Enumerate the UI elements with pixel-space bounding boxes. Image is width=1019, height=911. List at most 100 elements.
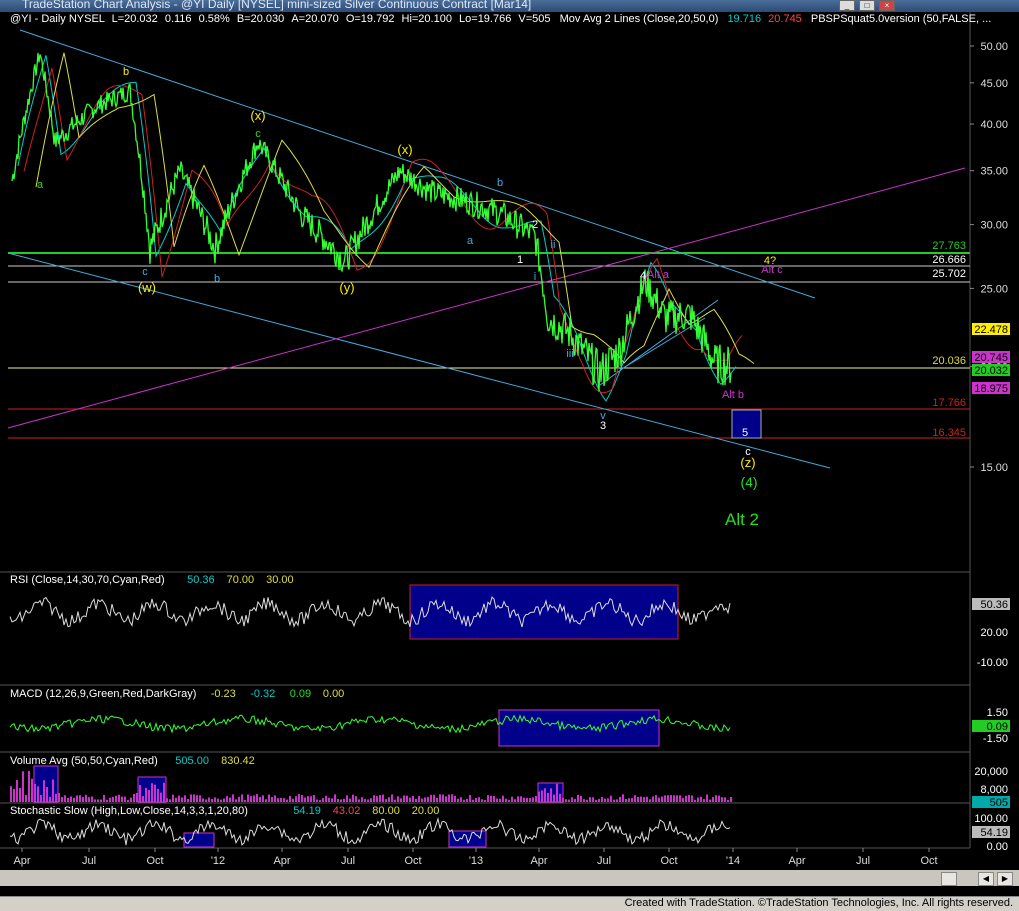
- volume-bar: [697, 797, 699, 802]
- wave-label: b: [497, 177, 503, 189]
- wave-label: a: [467, 235, 474, 247]
- volume-bar: [28, 770, 30, 802]
- price-y-axis: 50.0045.0040.0035.0030.0025.0020.0015.00: [970, 41, 1008, 474]
- panel-tick-label: 100.00: [974, 813, 1008, 825]
- volume-bar: [106, 799, 108, 802]
- volume-bar: [46, 787, 48, 802]
- volume-bar: [358, 799, 360, 802]
- volume-bar: [517, 796, 519, 802]
- volume-bar: [343, 798, 345, 802]
- scroll-left-button[interactable]: ◀: [978, 872, 994, 886]
- volume-bar: [295, 796, 297, 802]
- wave-label: 1: [517, 254, 523, 266]
- minimize-button[interactable]: _: [839, 0, 855, 11]
- volume-bar: [391, 794, 393, 802]
- volume-bar: [232, 794, 234, 802]
- wave-label: b: [123, 66, 129, 78]
- volume-bar: [415, 798, 417, 802]
- volume-bar: [382, 794, 384, 802]
- scroll-right-button[interactable]: ▶: [997, 872, 1013, 886]
- panel-value: -0.23: [211, 688, 236, 700]
- volume-bar: [361, 797, 363, 802]
- volume-bar: [259, 796, 261, 802]
- volume-bar: [307, 796, 309, 802]
- volume-bar: [286, 799, 288, 802]
- volume-bar: [403, 795, 405, 802]
- volume-bar: [148, 790, 150, 802]
- x-tick-label: Jul: [82, 855, 96, 867]
- volume-bar: [334, 794, 336, 802]
- volume-bar: [73, 797, 75, 802]
- wave-label: i: [534, 271, 536, 283]
- volume-bar: [709, 799, 711, 802]
- close-button[interactable]: ×: [879, 0, 895, 11]
- volume-bar: [592, 797, 594, 802]
- volume-bar: [142, 796, 144, 802]
- volume-bar: [496, 798, 498, 802]
- volume-bar: [256, 794, 258, 802]
- header-ma1: 19.716: [727, 13, 762, 25]
- volume-bar: [595, 799, 597, 802]
- scroll-thumb[interactable]: [941, 872, 957, 886]
- maximize-button[interactable]: □: [859, 0, 875, 11]
- volume-bar: [514, 799, 516, 802]
- volume-bar: [277, 798, 279, 802]
- volume-bar: [271, 796, 273, 802]
- volume-bar: [154, 784, 156, 802]
- volume-bar: [637, 797, 639, 802]
- volume-bar: [685, 795, 687, 802]
- volume-bar: [61, 797, 63, 802]
- volume-bar: [301, 795, 303, 802]
- chart-canvas[interactable]: 50.0045.0040.0035.0030.0025.0020.0015.00…: [0, 0, 1019, 870]
- level-tag: 16.345: [932, 427, 966, 439]
- volume-bar: [340, 799, 342, 802]
- volume-bar: [85, 794, 87, 802]
- horizontal-scrollbar[interactable]: ◀ ▶: [0, 870, 1019, 886]
- volume-bar: [265, 799, 267, 802]
- panel-value: 20.00: [412, 805, 440, 817]
- volume-bar: [103, 794, 105, 802]
- volume-bar: [718, 795, 720, 802]
- volume-bar: [214, 797, 216, 802]
- slow-ma-line: [23, 67, 743, 394]
- volume-bar: [433, 794, 435, 802]
- volume-bar: [682, 798, 684, 802]
- panel-tag: 50.36: [980, 599, 1008, 611]
- volume-bar: [130, 797, 132, 802]
- volume-bar: [562, 798, 564, 802]
- wave-label: (z): [740, 455, 755, 470]
- wave-label: (w): [138, 280, 156, 295]
- volume-bar: [463, 799, 465, 802]
- volume-bar: [721, 797, 723, 802]
- level-tag: 17.766: [932, 397, 966, 409]
- x-tick-label: Oct: [920, 855, 937, 867]
- volume-bar: [19, 788, 21, 802]
- volume-bar: [703, 799, 705, 802]
- panel-title: RSI (Close,14,30,70,Cyan,Red): [10, 574, 165, 586]
- volume-bar: [76, 795, 78, 802]
- volume-bar: [289, 795, 291, 802]
- wave-annotations: abc(w)b(x)c(y)(x)ab12iiiiiiv34 Alt a4?Alt…: [37, 66, 783, 529]
- volume-bar: [316, 799, 318, 802]
- volume-bar: [397, 796, 399, 802]
- volume-bar: [598, 798, 600, 802]
- volume-bar: [79, 795, 81, 802]
- y-tick-label: 30.00: [980, 220, 1008, 232]
- price-line: [11, 52, 732, 392]
- wave-label: Alt b: [722, 389, 744, 401]
- volume-bar: [424, 797, 426, 802]
- wave-label: Alt 2: [725, 510, 759, 529]
- volume-bar: [199, 795, 201, 802]
- volume-bar: [628, 798, 630, 802]
- volume-bar: [280, 797, 282, 802]
- volume-bar: [577, 794, 579, 802]
- volume-bar: [253, 795, 255, 802]
- panel-value: 0.00: [323, 688, 344, 700]
- long-ma-line: [35, 52, 755, 365]
- volume-bar: [355, 796, 357, 802]
- y-tick-label: 50.00: [980, 41, 1008, 53]
- volume-bar: [484, 799, 486, 802]
- volume-bar: [643, 797, 645, 802]
- volume-bar: [310, 796, 312, 802]
- volume-bar: [133, 794, 135, 802]
